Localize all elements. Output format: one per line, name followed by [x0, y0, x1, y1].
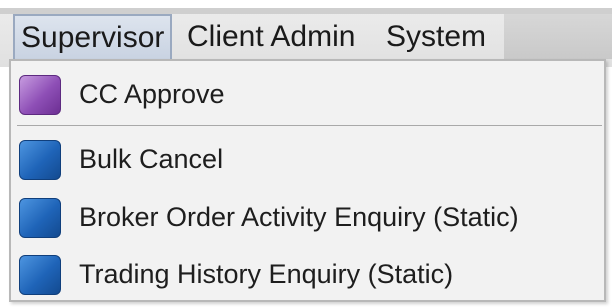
menu-system[interactable]: System	[380, 14, 492, 59]
purple-square-icon	[19, 75, 61, 115]
menu-item-label: Bulk Cancel	[79, 144, 224, 174]
blue-square-icon	[19, 140, 61, 180]
menu-item-cc-approve[interactable]: CC Approve	[11, 67, 604, 122]
supervisor-dropdown-menu: CC Approve Bulk Cancel Broker Order Acti…	[9, 59, 606, 302]
menu-supervisor[interactable]: Supervisor	[13, 14, 173, 59]
menu-item-trading-history-enquiry[interactable]: Trading History Enquiry (Static)	[11, 247, 604, 302]
blue-square-icon	[19, 255, 61, 295]
menu-client-admin[interactable]: Client Admin	[181, 14, 361, 59]
menu-item-broker-order-activity-enquiry[interactable]: Broker Order Activity Enquiry (Static)	[11, 190, 604, 245]
menu-separator	[17, 125, 602, 126]
menu-item-bulk-cancel[interactable]: Bulk Cancel	[11, 132, 604, 187]
menu-item-label: Trading History Enquiry (Static)	[79, 259, 454, 289]
menu-item-label: CC Approve	[79, 79, 225, 109]
menu-item-label: Broker Order Activity Enquiry (Static)	[79, 202, 519, 232]
blue-square-icon	[19, 198, 61, 238]
menu-bar-empty-area	[504, 14, 612, 59]
